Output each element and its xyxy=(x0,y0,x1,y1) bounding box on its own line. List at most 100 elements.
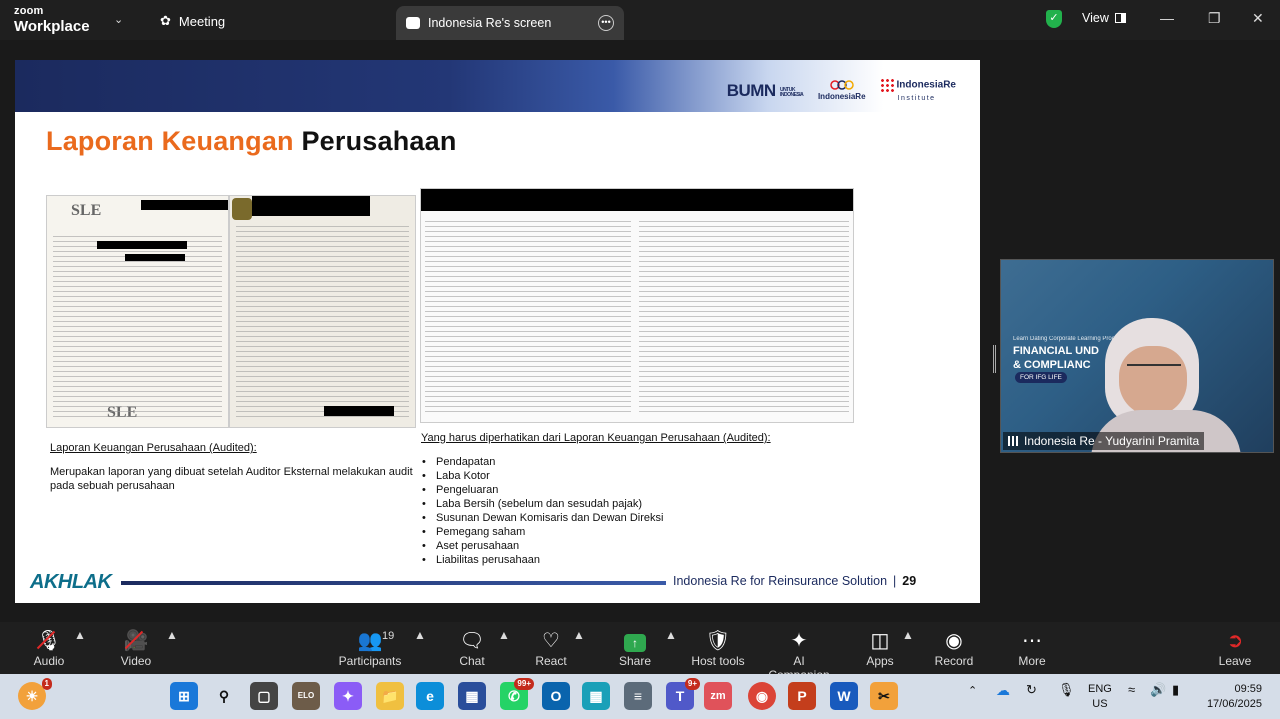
start-menu-icon[interactable]: ⊞ xyxy=(170,682,198,710)
chat-icon: 🗨 xyxy=(459,630,485,652)
calendar-app-icon[interactable]: ▦ xyxy=(582,682,610,710)
list-item: Pengeluaran xyxy=(420,484,663,498)
chat-button[interactable]: 🗨 Chat xyxy=(455,628,489,668)
microphone-muted-icon: 🎙 xyxy=(36,630,62,652)
participant-face xyxy=(1119,346,1187,416)
screen-tab-label: Indonesia Re's screen xyxy=(428,16,552,30)
microphone-tray-icon[interactable]: 🎙 xyxy=(1058,682,1075,698)
participants-options-caret[interactable]: ▲ xyxy=(414,628,426,642)
audited-report-description: Merupakan laporan yang dibuat setelah Au… xyxy=(50,466,413,492)
record-button[interactable]: ◉ Record xyxy=(934,628,974,668)
participant-glasses xyxy=(1127,364,1181,376)
list-item: Laba Bersih (sebelum dan sesudah pajak) xyxy=(420,498,663,512)
slide-footer: Indonesia Re for Reinsurance Solution | 29 xyxy=(673,574,916,588)
copilot-icon[interactable]: ✦ xyxy=(334,682,362,710)
file-explorer-icon[interactable]: 📁 xyxy=(376,682,404,710)
banner-chip: FOR IFG LIFE xyxy=(1015,372,1067,383)
chat-options-caret[interactable]: ▲ xyxy=(498,628,510,642)
video-options-caret[interactable]: ▲ xyxy=(166,628,178,642)
sync-icon[interactable]: ↻ xyxy=(1026,682,1037,698)
snipping-tool-icon[interactable]: ✂ xyxy=(870,682,898,710)
participant-video-tile[interactable]: Learn Dating Corporate Learning Prog FIN… xyxy=(1000,259,1274,453)
chevron-down-icon[interactable]: ⌄ xyxy=(114,13,123,26)
slide-title: Laporan Keuangan Perusahaan xyxy=(46,126,457,157)
more-button[interactable]: ⋯ More xyxy=(1016,628,1048,668)
onedrive-icon[interactable]: ☁ xyxy=(996,682,1010,699)
doc-text-lines xyxy=(236,224,409,421)
banner-line1: FINANCIAL UND xyxy=(1013,344,1099,357)
audio-label: Audio xyxy=(33,654,65,668)
task-view-icon[interactable]: ▢ xyxy=(250,682,278,710)
key-items-heading: Yang harus diperhatikan dari Laporan Keu… xyxy=(421,432,771,444)
outlook-icon[interactable]: O xyxy=(542,682,570,710)
zoom-workplace-logo[interactable]: zoom Workplace xyxy=(14,5,90,35)
audited-report-heading: Laporan Keuangan Perusahaan (Audited): xyxy=(50,442,257,454)
zoom-taskbar-icon[interactable]: zm xyxy=(704,682,732,710)
apps-button[interactable]: ◫ Apps xyxy=(864,628,896,668)
teams-icon[interactable]: T 9+ xyxy=(666,678,700,710)
weather-widget-icon[interactable]: ☀ 1 xyxy=(18,678,52,710)
search-icon[interactable]: ⚲ xyxy=(210,682,238,710)
list-item: Laba Kotor xyxy=(420,470,663,484)
audio-button[interactable]: 🎙 Audio xyxy=(30,628,68,668)
word-icon[interactable]: W xyxy=(830,682,858,710)
edge-browser-icon[interactable]: e xyxy=(416,682,444,710)
notes-app-icon[interactable]: ≡ xyxy=(624,682,652,710)
sparkle-icon: ✦ xyxy=(790,630,808,652)
chrome-icon[interactable]: ◉ xyxy=(748,682,776,710)
share-options-caret[interactable]: ▲ xyxy=(665,628,677,642)
view-button[interactable]: View xyxy=(1082,11,1126,25)
audio-options-caret[interactable]: ▲ xyxy=(74,628,86,642)
battery-icon[interactable]: ▮ xyxy=(1172,682,1179,698)
restore-icon[interactable]: ❐ xyxy=(1208,10,1221,27)
indonesia-re-institute-logo: IndonesiaRe Institute xyxy=(879,78,956,103)
volume-icon[interactable]: 🔊 xyxy=(1150,682,1166,698)
wifi-icon[interactable]: ≈ xyxy=(1128,682,1135,697)
meeting-controls-toolbar: 🎙 Audio ▲ 🎥 Video ▲ 👥 Participants 19 ▲ … xyxy=(0,622,1280,682)
doc-notes-lines xyxy=(639,217,849,416)
doc-table-lines xyxy=(425,217,631,416)
app-name-line2: Workplace xyxy=(14,18,90,35)
show-hidden-icons-icon[interactable]: ⌃ xyxy=(968,684,977,697)
whatsapp-badge: 99+ xyxy=(514,678,534,690)
close-icon[interactable]: ✕ xyxy=(1252,10,1264,27)
weather-badge: 1 xyxy=(41,678,52,690)
app-name-line1: zoom xyxy=(14,5,44,17)
institute-logo-line2: Institute xyxy=(897,95,936,102)
whatsapp-icon[interactable]: ✆ 99+ xyxy=(500,678,534,710)
more-label: More xyxy=(1018,654,1046,668)
apps-icon: ◫ xyxy=(870,630,890,652)
shared-screen-tab[interactable]: Indonesia Re's screen ••• xyxy=(396,6,624,40)
more-icon: ⋯ xyxy=(1022,630,1042,652)
banner-line2: & COMPLIANC xyxy=(1013,359,1091,372)
system-clock[interactable]: 09:59 17/06/2025 xyxy=(1200,682,1262,712)
react-button[interactable]: ♡ React xyxy=(533,628,569,668)
list-item: Susunan Dewan Komisaris dan Dewan Direks… xyxy=(420,512,663,526)
share-label: Share xyxy=(618,654,652,668)
auditor-report-image xyxy=(229,195,416,428)
apps-label: Apps xyxy=(866,654,894,668)
panel-resize-handle[interactable] xyxy=(993,345,996,373)
zoom-title-bar: zoom Workplace ⌄ ✿ Meeting Indonesia Re'… xyxy=(0,0,1280,40)
powerpoint-icon[interactable]: P xyxy=(788,682,816,710)
input-language-indicator[interactable]: ENG US xyxy=(1088,682,1112,712)
share-button[interactable]: ↑ Share xyxy=(617,628,653,668)
more-options-icon[interactable]: ••• xyxy=(598,15,614,31)
apps-options-caret[interactable]: ▲ xyxy=(902,628,914,642)
institute-logo-line1: IndonesiaRe xyxy=(896,79,956,91)
footer-tagline: Indonesia Re for Reinsurance Solution xyxy=(673,574,888,588)
camera-off-icon: 🎥 xyxy=(123,630,149,652)
encryption-shield-icon[interactable]: ✓ xyxy=(1046,10,1062,28)
audit-letter-image: SLE SLE xyxy=(46,195,229,428)
video-button[interactable]: 🎥 Video xyxy=(117,628,155,668)
microsoft-store-icon[interactable]: ▦ xyxy=(458,682,486,710)
react-options-caret[interactable]: ▲ xyxy=(573,628,585,642)
footer-separator: | xyxy=(893,574,897,588)
clock-date: 17/06/2025 xyxy=(1206,697,1262,710)
elo-app-icon[interactable]: ELO xyxy=(292,682,320,710)
leave-button[interactable]: ➲ Leave xyxy=(1218,628,1252,668)
host-tools-button[interactable]: 🛡 Host tools xyxy=(690,628,746,668)
rings-icon xyxy=(829,80,854,90)
meeting-tab[interactable]: ✿ Meeting xyxy=(160,13,225,29)
minimize-icon[interactable]: — xyxy=(1160,10,1174,26)
